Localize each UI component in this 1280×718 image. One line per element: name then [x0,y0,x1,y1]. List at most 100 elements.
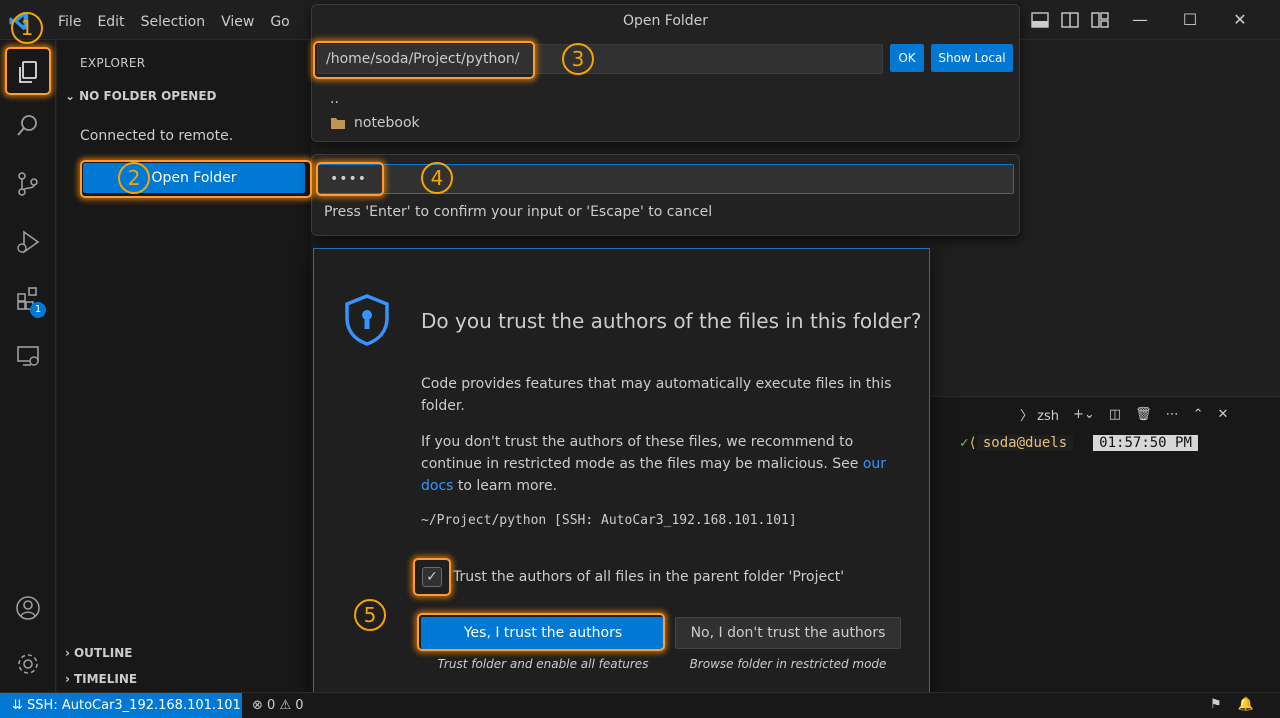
annotation-4: 4 [421,162,453,194]
folder-icon [331,118,345,129]
close-icon[interactable]: ✕ [1230,10,1250,30]
folder-name: notebook [354,115,420,131]
highlight-path-input [313,41,535,79]
highlight-explorer [5,47,51,95]
search-icon [17,115,37,136]
remote-explorer-activity[interactable] [0,332,56,380]
search-activity[interactable] [0,102,56,150]
remote-explorer-icon [17,346,39,366]
no-folder-section-header[interactable]: ⌄ NO FOLDER OPENED [65,89,217,103]
password-prompt: •••• Press 'Enter' to confirm your input… [311,154,1020,236]
notebook-folder-item[interactable]: notebook [330,115,420,131]
manage-activity[interactable] [0,640,56,688]
shell-name: zsh [1037,409,1059,424]
sidebar-title: EXPLORER [80,56,146,70]
status-bar: ⇊ SSH: AutoCar3_192.168.101.101 ⊗ 0 ⚠ 0 … [0,692,1280,718]
toggle-sidebar-icon[interactable] [1060,10,1080,30]
highlight-yes-button [417,613,665,651]
ok-button[interactable]: OK [890,44,924,72]
outline-label: OUTLINE [73,646,133,660]
dialog-title: Do you trust the authors of the files in… [421,309,922,333]
notifications-icon[interactable]: 🔔 [1238,697,1254,712]
chevron-down-icon: ⌄ [65,89,76,103]
explorer-sidebar: EXPLORER ⌄ NO FOLDER OPENED Connected to… [57,40,311,692]
folder-path-label: ~/Project/python [SSH: AutoCar3_192.168.… [421,513,797,528]
remote-icon: ⇊ [12,698,23,713]
timeline-section-header[interactable]: › TIMELINE [65,672,137,686]
terminal-panel: 〉 zsh +⌄ ◫ 🗑 ⋯ ⌃ ✕ ✓ ⟨ soda@duels 01:57:… [930,396,1280,692]
timeline-label: TIMELINE [73,672,138,686]
chevron-right-icon: › [65,672,70,686]
prompt-time: 01:57:50 PM [1093,435,1198,451]
customize-layout-icon[interactable] [1090,10,1110,30]
dialog-description: Code provides features that may automati… [421,376,892,414]
remote-label: SSH: AutoCar3_192.168.101.101 [27,698,241,713]
add-terminal-icon[interactable]: +⌄ [1073,407,1095,422]
terminal-shell[interactable]: 〉 zsh [1020,405,1059,424]
picker-title: Open Folder [622,13,709,29]
terminal-prompt: ✓ ⟨ soda@duels 01:57:50 PM [960,435,1198,451]
chevron-right-icon: › [65,646,70,660]
source-control-icon [18,172,38,196]
annotation-1: 1 [11,12,43,44]
maximize-icon[interactable]: ☐ [1180,10,1200,30]
close-panel-icon[interactable]: ✕ [1218,407,1229,422]
gear-icon [18,654,38,674]
section-label: NO FOLDER OPENED [79,89,217,103]
split-terminal-icon[interactable]: ◫ [1109,407,1121,422]
prompt-arrow-icon: ⟨ [968,435,977,451]
shield-lock-icon [345,294,389,346]
highlight-checkbox [413,558,451,596]
trust-yes-caption: Trust folder and enable all features [437,657,649,671]
annotation-5: 5 [354,599,386,631]
source-control-activity[interactable] [0,160,56,208]
password-hint: Press 'Enter' to confirm your input or '… [324,204,713,220]
status-right: ⚑ 🔔 [1210,697,1254,712]
menu-bar: File Edit Selection View Go [50,12,298,32]
check-icon: ✓ [960,435,969,451]
account-icon [16,596,40,620]
terminal-toolbar: 〉 zsh +⌄ ◫ 🗑 ⋯ ⌃ ✕ [1020,405,1228,424]
highlight-password [316,162,384,196]
accounts-activity[interactable] [0,584,56,632]
error-count: 0 [267,698,276,713]
extensions-activity[interactable]: 1 [0,274,56,322]
problems-indicator[interactable]: ⊗ 0 ⚠ 0 [252,693,304,718]
annotation-3: 3 [562,43,594,75]
annotation-2: 2 [118,162,150,194]
outline-section-header[interactable]: › OUTLINE [65,646,132,660]
maximize-panel-icon[interactable]: ⌃ [1193,407,1204,422]
layout-controls [1030,10,1110,30]
terminal-icon: 〉 [1020,409,1034,424]
warning-count: 0 [295,698,304,713]
show-local-button[interactable]: Show Local [931,44,1013,72]
trust-no-caption: Browse folder in restricted mode [689,657,887,671]
warning-icon: ⚠ [279,698,292,713]
dialog-warning: If you don't trust the authors of these … [421,431,911,497]
more-actions-icon[interactable]: ⋯ [1166,407,1179,422]
activity-bar: 1 [0,40,56,692]
parent-dir-item[interactable]: .. [330,91,339,107]
window-controls: — ☐ ✕ [1130,10,1250,30]
menu-edit[interactable]: Edit [89,12,132,32]
trash-icon[interactable]: 🗑 [1135,407,1152,422]
warning-text: If you don't trust the authors of these … [421,434,863,472]
trust-parent-label[interactable]: Trust the authors of all files in the pa… [453,569,844,585]
menu-selection[interactable]: Selection [133,12,214,32]
toggle-panel-icon[interactable] [1030,10,1050,30]
menu-go[interactable]: Go [262,12,297,32]
remote-indicator[interactable]: ⇊ SSH: AutoCar3_192.168.101.101 [0,693,242,718]
menu-view[interactable]: View [213,12,262,32]
minimize-icon[interactable]: — [1130,10,1150,30]
warning-text-end: to learn more. [453,478,558,494]
menu-file[interactable]: File [50,12,89,32]
connected-message: Connected to remote. [80,128,234,144]
highlight-open-folder [80,160,312,198]
trust-no-button[interactable]: No, I don't trust the authors [675,617,901,649]
error-icon: ⊗ [252,698,263,713]
run-debug-icon [17,230,40,254]
feedback-icon[interactable]: ⚑ [1210,697,1222,712]
run-debug-activity[interactable] [0,218,56,266]
extensions-badge: 1 [30,302,46,318]
prompt-user: soda@duels [976,435,1074,451]
